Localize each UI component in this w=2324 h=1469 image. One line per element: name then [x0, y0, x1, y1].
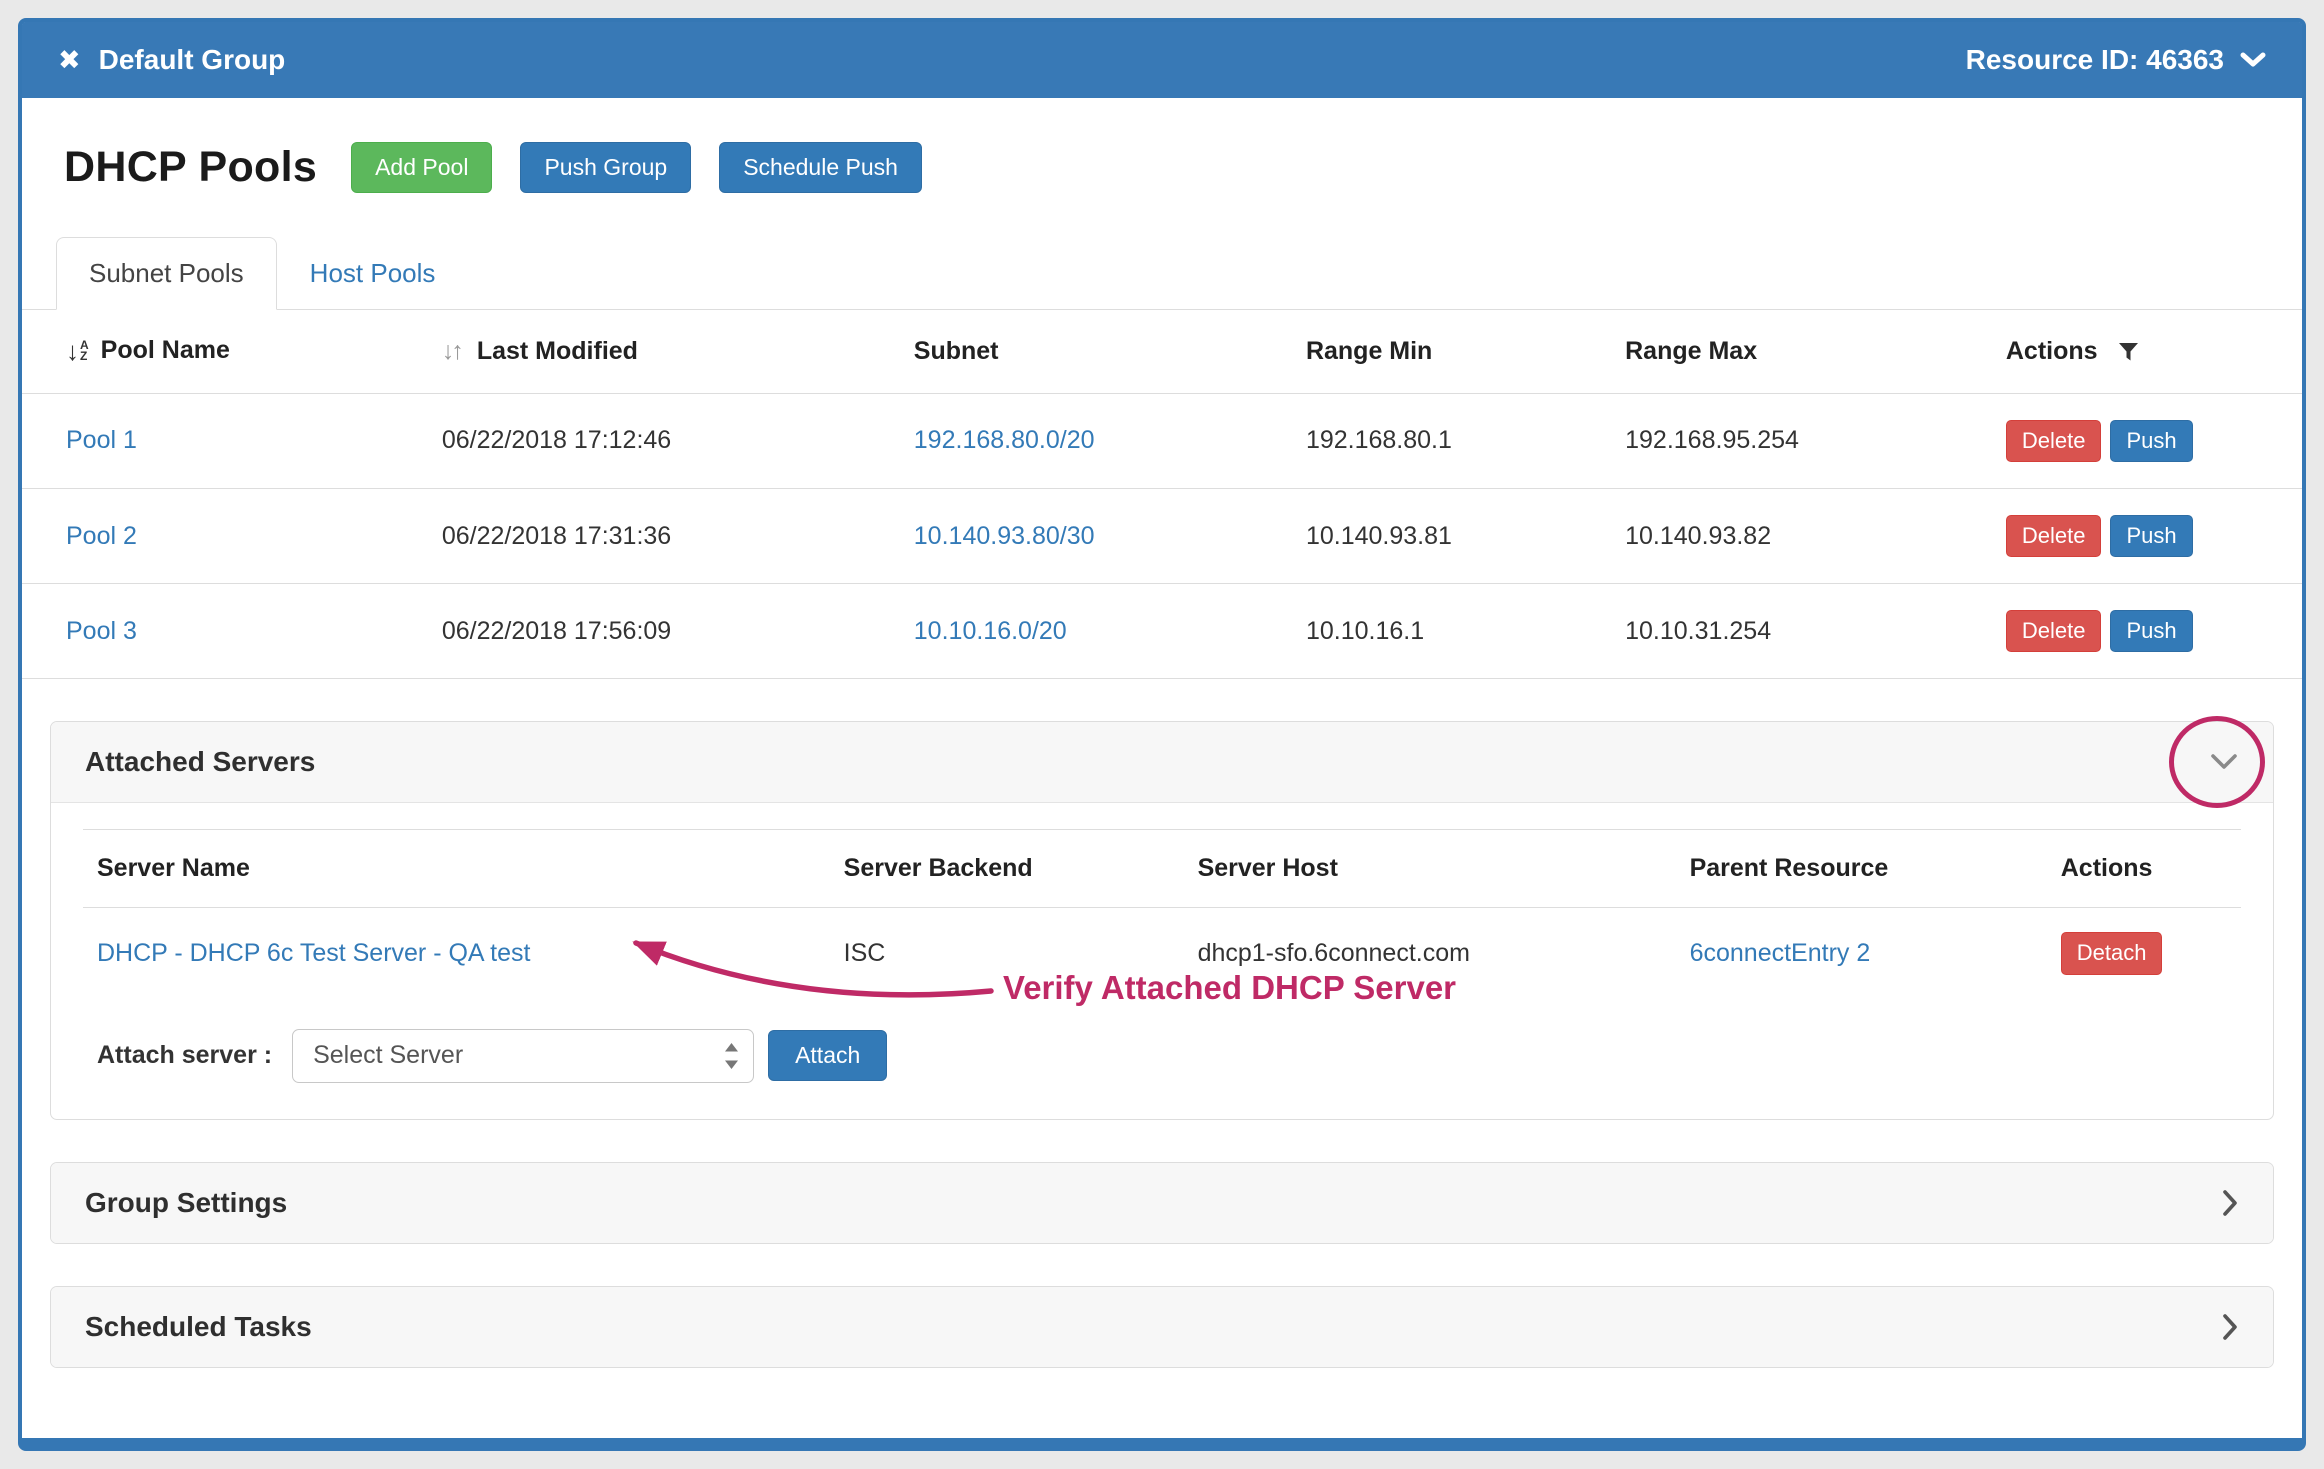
- default-group-window: ✖ Default Group Resource ID: 46363 DHCP …: [18, 18, 2306, 1451]
- pool-name-link[interactable]: Pool 2: [66, 522, 137, 550]
- actions-header: Actions: [1992, 310, 2302, 393]
- sort-updown-icon: ↓↑: [442, 337, 461, 366]
- server-select[interactable]: Select Server: [292, 1029, 754, 1083]
- content-area: DHCP Pools Add Pool Push Group Schedule …: [22, 98, 2302, 1438]
- group-settings-header[interactable]: Group Settings: [51, 1163, 2273, 1243]
- delete-pool-button[interactable]: Delete: [2006, 420, 2102, 462]
- resource-id-dropdown[interactable]: Resource ID: 46363: [1966, 44, 2266, 76]
- last-modified-cell: 06/22/2018 17:12:46: [428, 393, 900, 488]
- last-modified-header-label: Last Modified: [477, 337, 638, 366]
- server-name-header: Server Name: [83, 830, 830, 908]
- sort-alpha-asc-icon: ↓ A Z: [66, 338, 89, 364]
- pool-row: Pool 3 06/22/2018 17:56:09 10.10.16.0/20…: [22, 584, 2302, 679]
- last-modified-cell: 06/22/2018 17:31:36: [428, 488, 900, 583]
- tab-subnet-pools[interactable]: Subnet Pools: [56, 237, 277, 310]
- server-backend-header: Server Backend: [830, 830, 1184, 908]
- attached-servers-panel: Attached Servers Server Name Server Back…: [50, 721, 2274, 1119]
- sort-letter-z: Z: [80, 351, 89, 362]
- scheduled-tasks-header[interactable]: Scheduled Tasks: [51, 1287, 2273, 1367]
- range-max-cell: 10.10.31.254: [1611, 584, 1992, 679]
- subnet-link[interactable]: 192.168.80.0/20: [914, 426, 1095, 454]
- server-actions-header: Actions: [2047, 830, 2241, 908]
- range-min-cell: 192.168.80.1: [1292, 393, 1611, 488]
- pool-name-link[interactable]: Pool 3: [66, 617, 137, 645]
- server-backend-cell: ISC: [830, 908, 1184, 999]
- chevron-down-icon: [2240, 52, 2266, 68]
- chevron-right-icon[interactable]: [2221, 1312, 2239, 1342]
- pools-table: ↓ A Z Pool Name ↓↑ Last M: [22, 310, 2302, 679]
- attached-servers-title: Attached Servers: [85, 746, 315, 778]
- delete-pool-button[interactable]: Delete: [2006, 515, 2102, 557]
- group-settings-panel: Group Settings: [50, 1162, 2274, 1244]
- actions-header-label: Actions: [2006, 337, 2098, 366]
- push-group-button[interactable]: Push Group: [520, 142, 691, 193]
- range-min-cell: 10.140.93.81: [1292, 488, 1611, 583]
- last-modified-header[interactable]: ↓↑ Last Modified: [428, 310, 900, 393]
- pool-name-header[interactable]: ↓ A Z Pool Name: [22, 310, 428, 393]
- subnet-link[interactable]: 10.10.16.0/20: [914, 617, 1067, 645]
- titlebar-left: ✖ Default Group: [58, 44, 285, 76]
- parent-resource-link[interactable]: 6connectEntry 2: [1690, 939, 1871, 967]
- select-arrows-icon: [724, 1042, 739, 1070]
- push-pool-button[interactable]: Push: [2110, 610, 2192, 652]
- detach-button[interactable]: Detach: [2061, 932, 2163, 974]
- parent-resource-header: Parent Resource: [1676, 830, 2047, 908]
- servers-table-header-row: Server Name Server Backend Server Host P…: [83, 830, 2241, 908]
- sort-arrow-glyph: ↓: [66, 338, 79, 364]
- server-row: DHCP - DHCP 6c Test Server - QA test ISC…: [83, 908, 2241, 999]
- range-max-header: Range Max: [1611, 310, 1992, 393]
- subnet-link[interactable]: 10.140.93.80/30: [914, 522, 1095, 550]
- server-host-header: Server Host: [1184, 830, 1676, 908]
- attached-servers-header[interactable]: Attached Servers: [51, 722, 2273, 803]
- group-settings-title: Group Settings: [85, 1187, 287, 1219]
- filter-icon[interactable]: [2118, 342, 2139, 362]
- range-max-cell: 192.168.95.254: [1611, 393, 1992, 488]
- attach-server-label: Attach server :: [97, 1041, 272, 1070]
- tab-host-pools[interactable]: Host Pools: [277, 237, 469, 310]
- range-min-cell: 10.10.16.1: [1292, 584, 1611, 679]
- push-pool-button[interactable]: Push: [2110, 515, 2192, 557]
- server-host-cell: dhcp1-sfo.6connect.com: [1184, 908, 1676, 999]
- add-pool-button[interactable]: Add Pool: [351, 142, 492, 193]
- resource-id-label: Resource ID: 46363: [1966, 44, 2224, 76]
- pool-row: Pool 1 06/22/2018 17:12:46 192.168.80.0/…: [22, 393, 2302, 488]
- attach-server-row: Attach server : Select Server Attach: [83, 1029, 2241, 1083]
- page-title: DHCP Pools: [64, 143, 317, 192]
- range-max-cell: 10.140.93.82: [1611, 488, 1992, 583]
- chevron-right-icon[interactable]: [2221, 1188, 2239, 1218]
- scheduled-tasks-panel: Scheduled Tasks: [50, 1286, 2274, 1368]
- page-head: DHCP Pools Add Pool Push Group Schedule …: [22, 142, 2302, 193]
- range-min-header: Range Min: [1292, 310, 1611, 393]
- server-select-value: Select Server: [313, 1041, 463, 1070]
- window-title: Default Group: [99, 44, 286, 76]
- schedule-push-button[interactable]: Schedule Push: [719, 142, 922, 193]
- pool-tabs: Subnet Pools Host Pools: [22, 237, 2302, 310]
- pool-row: Pool 2 06/22/2018 17:31:36 10.140.93.80/…: [22, 488, 2302, 583]
- subnet-header: Subnet: [900, 310, 1292, 393]
- attach-button[interactable]: Attach: [768, 1030, 887, 1081]
- pools-table-header-row: ↓ A Z Pool Name ↓↑ Last M: [22, 310, 2302, 393]
- server-name-link[interactable]: DHCP - DHCP 6c Test Server - QA test: [97, 939, 530, 967]
- push-pool-button[interactable]: Push: [2110, 420, 2192, 462]
- last-modified-cell: 06/22/2018 17:56:09: [428, 584, 900, 679]
- attached-servers-body: Server Name Server Backend Server Host P…: [51, 803, 2273, 1118]
- scheduled-tasks-title: Scheduled Tasks: [85, 1311, 312, 1343]
- delete-pool-button[interactable]: Delete: [2006, 610, 2102, 652]
- titlebar: ✖ Default Group Resource ID: 46363: [22, 22, 2302, 98]
- pool-name-link[interactable]: Pool 1: [66, 426, 137, 454]
- pool-name-header-label: Pool Name: [101, 336, 230, 365]
- attached-servers-table: Server Name Server Backend Server Host P…: [83, 829, 2241, 998]
- close-icon[interactable]: ✖: [58, 47, 81, 74]
- chevron-down-icon[interactable]: [2209, 753, 2239, 771]
